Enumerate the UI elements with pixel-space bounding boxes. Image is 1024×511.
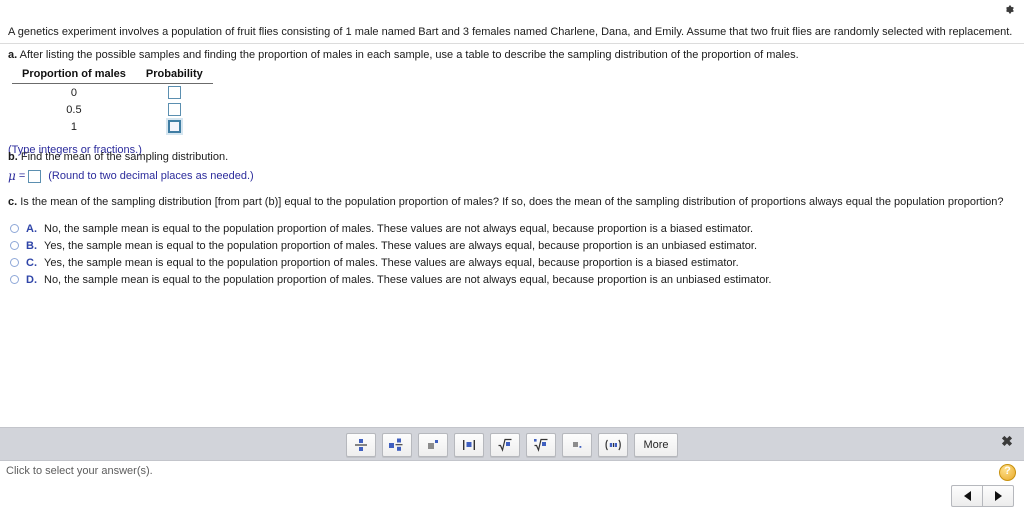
probability-input-0[interactable] bbox=[167, 86, 181, 99]
choice-letter-c: C. bbox=[26, 256, 37, 269]
choice-letter-d: D. bbox=[26, 273, 37, 286]
choice-list: A. No, the sample mean is equal to the p… bbox=[10, 220, 990, 288]
table-row: 0.5 bbox=[12, 101, 213, 118]
choice-letter-a: A. bbox=[26, 222, 37, 235]
mean-answer-line: μ = (Round to two decimal places as need… bbox=[8, 169, 254, 183]
interval-notation-icon bbox=[605, 439, 621, 451]
top-toolbar bbox=[0, 0, 1024, 18]
math-palette-buttons: More bbox=[346, 433, 678, 457]
choice-option-d[interactable]: D. No, the sample mean is equal to the p… bbox=[10, 271, 990, 288]
next-question-button[interactable] bbox=[982, 485, 1014, 507]
radio-button-d[interactable] bbox=[10, 275, 19, 284]
part-b-label: b. bbox=[8, 151, 18, 163]
table-header-row: Proportion of males Probability bbox=[12, 68, 213, 84]
proportion-value-1: 0.5 bbox=[66, 103, 82, 116]
part-b-text: Find the mean of the sampling distributi… bbox=[20, 151, 229, 163]
part-c-text: Is the mean of the sampling distribution… bbox=[20, 196, 1004, 208]
choice-option-a[interactable]: A. No, the sample mean is equal to the p… bbox=[10, 220, 990, 237]
arrow-left-icon bbox=[963, 491, 971, 501]
status-message: Click to select your answer(s). bbox=[6, 465, 153, 477]
column-header-probability: Probability bbox=[135, 68, 213, 84]
table-row: 1 bbox=[12, 118, 213, 135]
settings-gear-button[interactable] bbox=[1000, 1, 1016, 17]
mean-hint: (Round to two decimal places as needed.) bbox=[48, 170, 254, 182]
probability-cell-1 bbox=[136, 101, 213, 118]
table-row: 0 bbox=[12, 84, 213, 102]
part-c-prompt: c. Is the mean of the sampling distribut… bbox=[8, 195, 1004, 209]
probability-input-1[interactable] bbox=[167, 103, 181, 116]
equals-sign: = bbox=[18, 170, 26, 182]
absolute-value-icon bbox=[463, 440, 475, 450]
navigation-bar bbox=[0, 482, 1024, 511]
nth-root-button[interactable] bbox=[526, 433, 556, 457]
exponent-icon bbox=[428, 440, 438, 449]
divider bbox=[0, 43, 1024, 44]
part-c-label: c. bbox=[8, 196, 18, 208]
nth-root-icon bbox=[534, 438, 548, 452]
choice-text-c: Yes, the sample mean is equal to the pop… bbox=[44, 256, 739, 269]
part-a-prompt: a. After listing the possible samples an… bbox=[8, 48, 799, 62]
proportion-value-2: 1 bbox=[70, 120, 78, 133]
exponent-button[interactable] bbox=[418, 433, 448, 457]
previous-question-button[interactable] bbox=[951, 485, 982, 507]
proportion-value-0: 0 bbox=[70, 86, 78, 99]
radio-button-b[interactable] bbox=[10, 241, 19, 250]
absolute-value-button[interactable] bbox=[454, 433, 484, 457]
probability-input-2[interactable] bbox=[167, 120, 181, 133]
question-stem: A genetics experiment involves a populat… bbox=[8, 26, 1013, 38]
interval-notation-button[interactable] bbox=[598, 433, 628, 457]
part-a-label: a. bbox=[8, 49, 18, 61]
mixed-number-icon bbox=[389, 438, 403, 451]
help-button[interactable]: ? bbox=[999, 464, 1016, 481]
choice-text-d: No, the sample mean is equal to the popu… bbox=[44, 273, 772, 286]
radio-button-c[interactable] bbox=[10, 258, 19, 267]
more-button[interactable]: More bbox=[634, 433, 678, 457]
decimal-list-icon bbox=[573, 442, 582, 448]
fraction-button[interactable] bbox=[346, 433, 376, 457]
square-root-icon bbox=[498, 438, 512, 452]
part-a-text: After listing the possible samples and f… bbox=[19, 49, 799, 61]
probability-cell-2 bbox=[136, 118, 213, 135]
gear-icon bbox=[1005, 5, 1014, 13]
fraction-icon bbox=[355, 439, 367, 451]
mixed-number-button[interactable] bbox=[382, 433, 412, 457]
status-bar: Click to select your answer(s). ? bbox=[0, 460, 1024, 484]
arrow-right-icon bbox=[994, 491, 1002, 501]
mean-input[interactable] bbox=[28, 169, 42, 183]
choice-option-c[interactable]: C. Yes, the sample mean is equal to the … bbox=[10, 254, 990, 271]
choice-text-b: Yes, the sample mean is equal to the pop… bbox=[44, 239, 757, 252]
nav-button-group bbox=[951, 485, 1014, 507]
choice-text-a: No, the sample mean is equal to the popu… bbox=[44, 222, 754, 235]
decimal-list-button[interactable] bbox=[562, 433, 592, 457]
choice-option-b[interactable]: B. Yes, the sample mean is equal to the … bbox=[10, 237, 990, 254]
part-b-prompt: b. Find the mean of the sampling distrib… bbox=[8, 150, 228, 164]
math-palette-toolbar: More ✖ bbox=[0, 427, 1024, 461]
probability-cell-0 bbox=[136, 84, 213, 102]
choice-letter-b: B. bbox=[26, 239, 37, 252]
question-body: A genetics experiment involves a populat… bbox=[0, 17, 1024, 418]
mu-symbol: μ bbox=[8, 169, 16, 183]
sampling-distribution-table: Proportion of males Probability 0 0.5 1 bbox=[12, 68, 213, 135]
column-header-proportion: Proportion of males bbox=[12, 68, 136, 84]
square-root-button[interactable] bbox=[490, 433, 520, 457]
radio-button-a[interactable] bbox=[10, 224, 19, 233]
close-palette-button[interactable]: ✖ bbox=[1000, 434, 1014, 448]
